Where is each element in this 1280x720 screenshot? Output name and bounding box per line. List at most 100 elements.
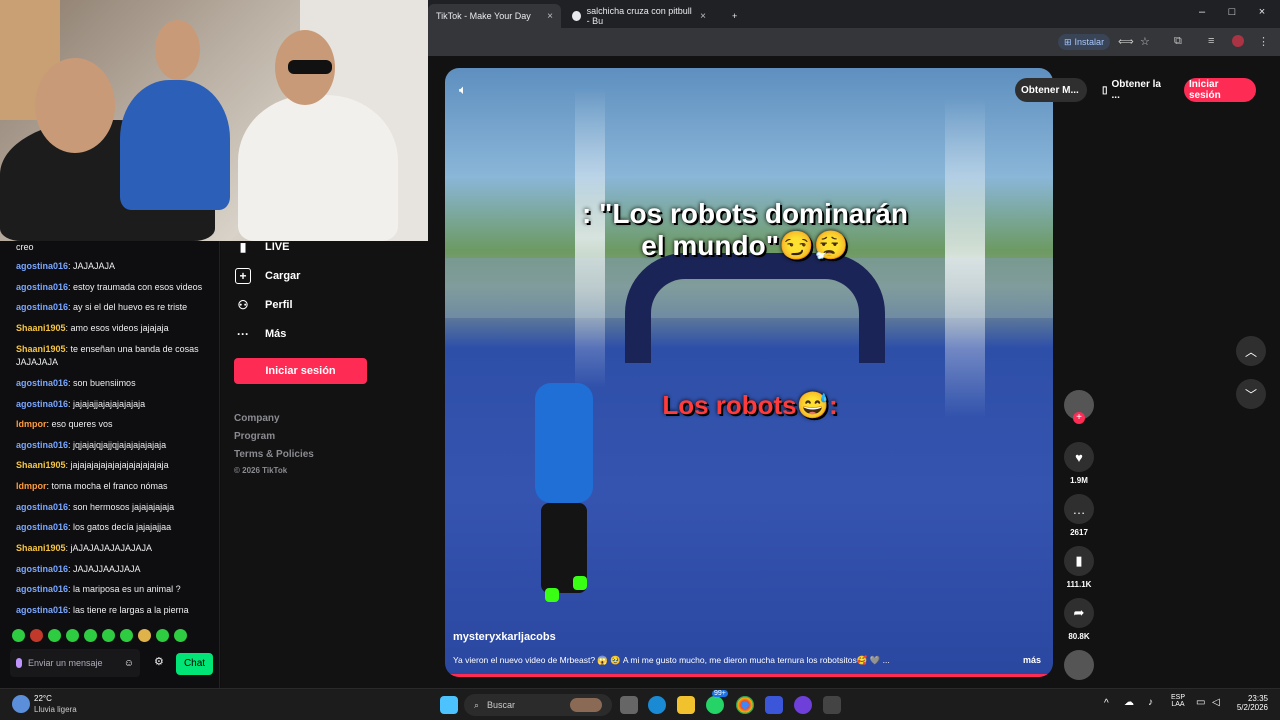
edge-icon[interactable]: [648, 696, 666, 714]
emote-icon[interactable]: [138, 629, 151, 642]
video-player[interactable]: 🔈︎ : "Los robots dominarán el mundo"😏😮‍💨…: [445, 68, 1053, 677]
chat-username[interactable]: agostina016: [16, 584, 68, 594]
translate-icon[interactable]: ⟺: [1118, 35, 1134, 48]
header-login-button[interactable]: Iniciar sesión: [1184, 78, 1256, 102]
cloud-icon[interactable]: ☁: [1124, 697, 1134, 708]
chrome-icon[interactable]: [736, 696, 754, 714]
close-window-icon[interactable]: ×: [1254, 6, 1270, 18]
file-explorer-icon[interactable]: [677, 696, 695, 714]
chat-send-button[interactable]: Chat: [176, 653, 213, 675]
emote-icon[interactable]: [30, 629, 43, 642]
music-disc-icon[interactable]: [1064, 650, 1094, 680]
video-progress-bar[interactable]: [445, 674, 1053, 677]
install-app-button[interactable]: ⊞ Instalar: [1058, 34, 1111, 50]
microphone-icon[interactable]: ♪: [1148, 697, 1153, 708]
sidebar-item-more[interactable]: ··· Más: [235, 326, 286, 342]
minimize-icon[interactable]: –: [1194, 6, 1210, 18]
comment-action[interactable]: … 2617: [1064, 494, 1094, 537]
close-icon[interactable]: ×: [700, 11, 706, 22]
chat-username[interactable]: Shaani1905: [16, 344, 66, 354]
tab-tiktok[interactable]: TikTok - Make Your Day ×: [428, 4, 561, 28]
chat-username[interactable]: agostina016: [16, 522, 68, 532]
chat-input[interactable]: Enviar un mensaje ☺: [10, 649, 140, 677]
share-icon[interactable]: ➦: [1064, 598, 1094, 628]
sidebar-item-upload[interactable]: + Cargar: [235, 268, 300, 284]
weather-icon[interactable]: [12, 695, 30, 713]
get-app-button[interactable]: Obtener M...: [1015, 78, 1087, 102]
share-action[interactable]: ➦ 80.8K: [1064, 598, 1094, 641]
microphone-icon[interactable]: [16, 658, 22, 668]
chat-username[interactable]: ldmpor: [16, 419, 47, 429]
emote-icon[interactable]: [84, 629, 97, 642]
emote-icon[interactable]: [174, 629, 187, 642]
chat-username[interactable]: agostina016: [16, 399, 68, 409]
chat-username[interactable]: Shaani1905: [16, 323, 66, 333]
previous-video-button[interactable]: ︿: [1236, 336, 1266, 366]
bookmark-icon[interactable]: ▮: [1064, 546, 1094, 576]
emote-icon[interactable]: [156, 629, 169, 642]
menu-kebab-icon[interactable]: ⋮: [1258, 35, 1269, 48]
chat-username[interactable]: agostina016: [16, 302, 68, 312]
close-icon[interactable]: ×: [547, 11, 553, 22]
chat-username[interactable]: agostina016: [16, 282, 68, 292]
creator-avatar[interactable]: +: [1064, 390, 1094, 424]
emoji-icon[interactable]: ☺: [124, 658, 134, 669]
chevron-up-icon[interactable]: ^: [1104, 698, 1109, 709]
chat-username[interactable]: Shaani1905: [16, 543, 66, 553]
emote-icon[interactable]: [48, 629, 61, 642]
heart-icon[interactable]: ♥: [1064, 442, 1094, 472]
get-desktop-button[interactable]: ▯ Obtener la ...: [1096, 78, 1174, 102]
save-action[interactable]: ▮ 111.1K: [1064, 546, 1094, 589]
chat-username[interactable]: agostina016: [16, 378, 68, 388]
sound-disc[interactable]: [1064, 650, 1094, 680]
next-video-button[interactable]: ﹀: [1236, 379, 1266, 409]
volume-icon[interactable]: 🔈︎: [459, 82, 467, 98]
more-link[interactable]: más: [1023, 655, 1041, 665]
comment-icon[interactable]: …: [1064, 494, 1094, 524]
language-indicator[interactable]: ESP LAA: [1168, 694, 1188, 708]
extensions-icon[interactable]: ⧉: [1174, 35, 1182, 48]
chat-username[interactable]: agostina016: [16, 564, 68, 574]
runner-shoe: [545, 588, 559, 602]
task-view-icon[interactable]: [620, 696, 638, 714]
follow-icon[interactable]: +: [1073, 412, 1085, 424]
like-action[interactable]: ♥ 1.9M: [1064, 442, 1094, 485]
weather-temp[interactable]: 22°C: [34, 694, 52, 703]
tab-google-search[interactable]: salchicha cruza con pitbull - Bu ×: [564, 4, 714, 28]
sidebar-item-live[interactable]: ▮ LIVE: [235, 239, 290, 255]
footer-link-terms[interactable]: Terms & Policies: [234, 449, 314, 460]
chat-username[interactable]: agostina016: [16, 502, 68, 512]
clock[interactable]: 23:35 5/2/2026: [1232, 694, 1268, 712]
chat-username[interactable]: agostina016: [16, 261, 68, 271]
emote-icon[interactable]: [12, 629, 25, 642]
app-icon[interactable]: [765, 696, 783, 714]
gear-icon[interactable]: ⚙: [154, 655, 164, 668]
whatsapp-icon[interactable]: [706, 696, 724, 714]
volume-icon[interactable]: ◁: [1212, 697, 1220, 708]
chat-username[interactable]: Shaani1905: [16, 460, 66, 470]
chat-message: agostina016: jqjajajqjajjqjajajajajajaja: [16, 439, 214, 452]
chat-username[interactable]: agostina016: [16, 440, 68, 450]
maximize-icon[interactable]: □: [1224, 6, 1240, 18]
network-icon[interactable]: ▭: [1196, 697, 1205, 708]
footer-link-company[interactable]: Company: [234, 413, 280, 424]
weather-desc[interactable]: Lluvia ligera: [34, 705, 77, 714]
obs-icon[interactable]: [794, 696, 812, 714]
bookmark-star-icon[interactable]: ☆: [1140, 35, 1150, 48]
media-control-icon[interactable]: ≡: [1208, 35, 1214, 47]
sidebar-item-profile[interactable]: ⚇ Perfil: [235, 297, 293, 313]
chat-username[interactable]: agostina016: [16, 605, 68, 615]
footer-link-program[interactable]: Program: [234, 431, 275, 442]
windows-start-icon[interactable]: [440, 696, 458, 714]
login-button[interactable]: Iniciar sesión: [234, 358, 367, 384]
emote-icon[interactable]: [120, 629, 133, 642]
chat-username[interactable]: ldmpor: [16, 481, 47, 491]
new-tab-button[interactable]: +: [724, 4, 745, 28]
profile-avatar[interactable]: [1232, 35, 1244, 47]
taskbar-search[interactable]: ⌕ Buscar: [464, 694, 612, 716]
emote-icon[interactable]: [102, 629, 115, 642]
app-icon[interactable]: [823, 696, 841, 714]
inflatable-arch: [625, 253, 885, 363]
video-author[interactable]: mysteryxkarljacobs: [453, 631, 556, 643]
emote-icon[interactable]: [66, 629, 79, 642]
